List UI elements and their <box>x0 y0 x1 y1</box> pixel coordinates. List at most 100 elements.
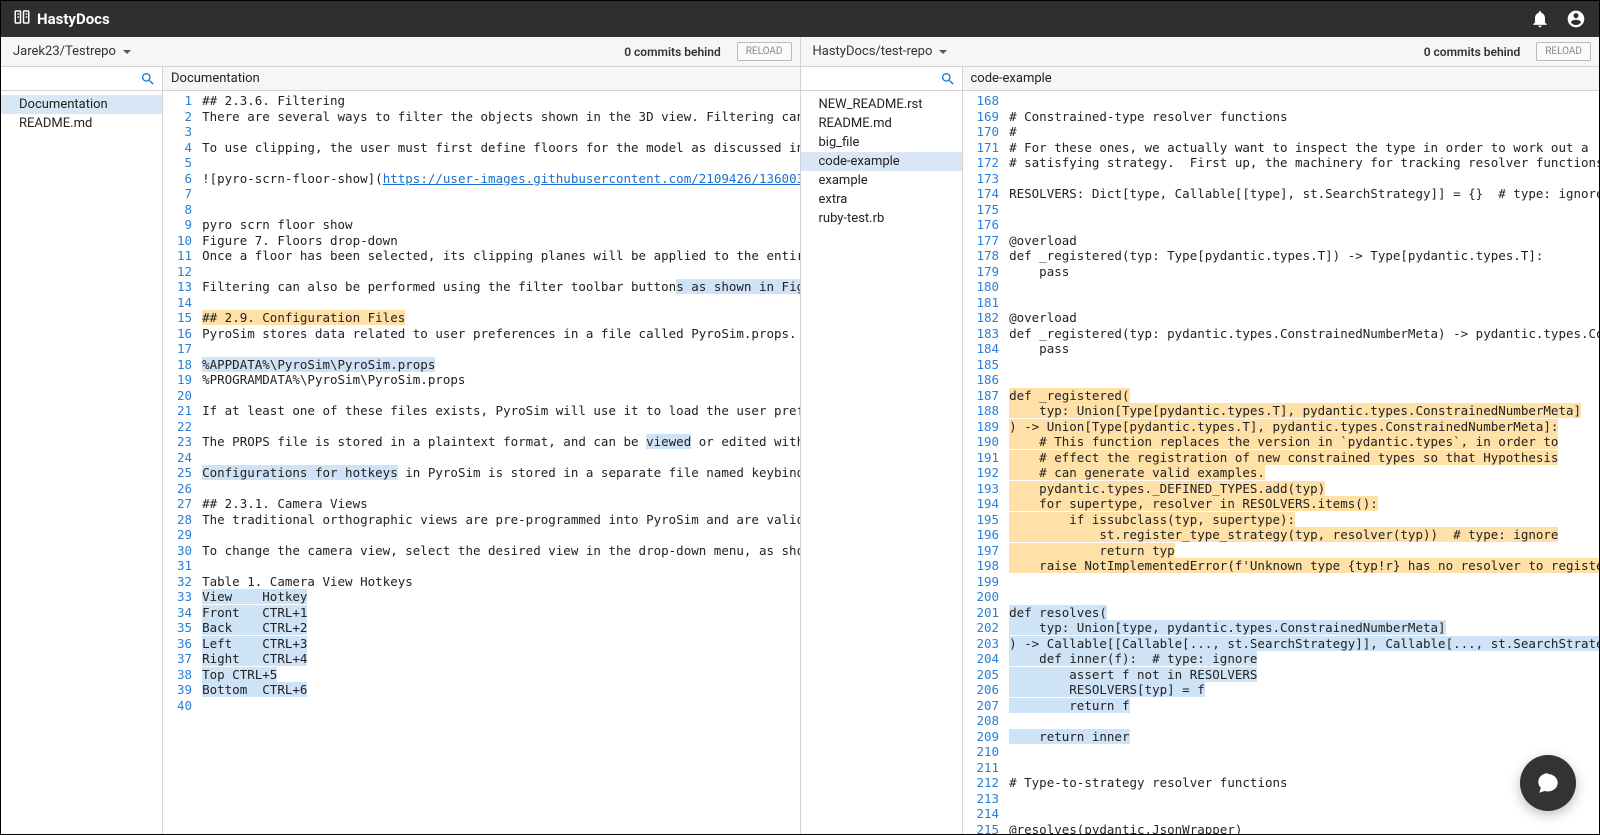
code-line[interactable]: pyro scrn floor show <box>202 217 799 233</box>
code-line[interactable]: Bottom CTRL+6 <box>202 682 799 698</box>
code-line[interactable]: # Type-to-strategy resolver functions <box>1009 775 1599 791</box>
code-line[interactable]: if issubclass(typ, supertype): <box>1009 512 1599 528</box>
repo-dropdown-left[interactable]: Jarek23/Testrepo <box>9 42 136 61</box>
account-icon[interactable] <box>1565 8 1587 30</box>
code-line[interactable]: Table 1. Camera View Hotkeys <box>202 574 799 590</box>
code-line[interactable] <box>1009 791 1599 807</box>
code-line[interactable]: To use clipping, the user must first def… <box>202 140 799 156</box>
code-line[interactable]: # effect the registration of new constra… <box>1009 450 1599 466</box>
code-line[interactable]: raise NotImplementedError(f'Unknown type… <box>1009 558 1599 574</box>
editor-right[interactable]: 1681691701711721731741751761771781791801… <box>963 91 1600 834</box>
code-line[interactable]: To change the camera view, select the de… <box>202 543 799 559</box>
code-line[interactable]: @overload <box>1009 233 1599 249</box>
code-line[interactable]: def resolves( <box>1009 605 1599 621</box>
code-line[interactable]: Once a floor has been selected, its clip… <box>202 248 799 264</box>
code-line[interactable]: ) -> Union[Type[pydantic.types.T], pydan… <box>1009 419 1599 435</box>
code-line[interactable] <box>1009 372 1599 388</box>
code-line[interactable]: Filtering can also be performed using th… <box>202 279 799 295</box>
code-line[interactable] <box>1009 279 1599 295</box>
code-line[interactable]: RESOLVERS: Dict[type, Callable[[type], s… <box>1009 186 1599 202</box>
code-line[interactable] <box>202 419 799 435</box>
code-line[interactable] <box>202 264 799 280</box>
code-line[interactable]: # can generate valid examples. <box>1009 465 1599 481</box>
code-line[interactable]: Configurations for hotkeys in PyroSim is… <box>202 465 799 481</box>
code-right[interactable]: # Constrained-type resolver functions## … <box>1009 91 1599 834</box>
tree-item[interactable]: code-example <box>801 152 962 171</box>
editor-left[interactable]: 1234567891011121314151617181920212223242… <box>163 91 800 834</box>
tree-item[interactable]: big_file <box>801 133 962 152</box>
search-icon[interactable] <box>140 71 156 87</box>
code-line[interactable]: Figure 7. Floors drop-down <box>202 233 799 249</box>
tree-item[interactable]: ruby-test.rb <box>801 209 962 228</box>
code-line[interactable] <box>1009 713 1599 729</box>
repo-dropdown-right[interactable]: HastyDocs/test-repo <box>809 42 953 61</box>
code-line[interactable]: The traditional orthographic views are p… <box>202 512 799 528</box>
code-line[interactable] <box>1009 295 1599 311</box>
code-line[interactable]: Top CTRL+5 <box>202 667 799 683</box>
code-line[interactable]: # For these ones, we actually want to in… <box>1009 140 1599 156</box>
code-line[interactable]: Right CTRL+4 <box>202 651 799 667</box>
code-line[interactable] <box>202 295 799 311</box>
code-line[interactable]: # Constrained-type resolver functions <box>1009 109 1599 125</box>
code-line[interactable]: ![pyro-scrn-floor-show](https://user-ima… <box>202 171 799 187</box>
code-line[interactable] <box>202 388 799 404</box>
reload-button-left[interactable]: RELOAD <box>737 42 792 61</box>
tree-item[interactable]: Documentation <box>1 95 162 114</box>
code-line[interactable]: View Hotkey <box>202 589 799 605</box>
code-line[interactable] <box>202 450 799 466</box>
code-line[interactable]: %APPDATA%\PyroSim\PyroSim.props <box>202 357 799 373</box>
chat-fab[interactable] <box>1520 755 1576 811</box>
code-line[interactable] <box>1009 760 1599 776</box>
code-line[interactable]: return f <box>1009 698 1599 714</box>
code-line[interactable] <box>202 481 799 497</box>
code-line[interactable]: ## 2.9. Configuration Files <box>202 310 799 326</box>
code-line[interactable]: return typ <box>1009 543 1599 559</box>
code-line[interactable]: def _registered(typ: Type[pydantic.types… <box>1009 248 1599 264</box>
code-line[interactable]: typ: Union[Type[pydantic.types.T], pydan… <box>1009 403 1599 419</box>
code-line[interactable] <box>1009 93 1599 109</box>
code-line[interactable]: def inner(f): # type: ignore <box>1009 651 1599 667</box>
tree-item[interactable]: NEW_README.rst <box>801 95 962 114</box>
code-line[interactable] <box>1009 202 1599 218</box>
code-line[interactable]: pass <box>1009 341 1599 357</box>
code-line[interactable] <box>1009 171 1599 187</box>
code-line[interactable]: @resolves(pydantic.JsonWrapper) <box>1009 822 1599 835</box>
notifications-icon[interactable] <box>1529 8 1551 30</box>
code-line[interactable]: There are several ways to filter the obj… <box>202 109 799 125</box>
code-line[interactable] <box>202 698 799 714</box>
code-line[interactable]: typ: Union[type, pydantic.types.Constrai… <box>1009 620 1599 636</box>
code-line[interactable] <box>202 527 799 543</box>
code-line[interactable]: def _registered( <box>1009 388 1599 404</box>
code-line[interactable]: pydantic.types._DEFINED_TYPES.add(typ) <box>1009 481 1599 497</box>
code-line[interactable]: Left CTRL+3 <box>202 636 799 652</box>
search-icon[interactable] <box>940 71 956 87</box>
code-line[interactable]: assert f not in RESOLVERS <box>1009 667 1599 683</box>
code-line[interactable]: %PROGRAMDATA%\PyroSim\PyroSim.props <box>202 372 799 388</box>
code-line[interactable]: Front CTRL+1 <box>202 605 799 621</box>
tree-item[interactable]: extra <box>801 190 962 209</box>
code-line[interactable]: for supertype, resolver in RESOLVERS.ite… <box>1009 496 1599 512</box>
tree-item[interactable]: example <box>801 171 962 190</box>
code-line[interactable] <box>1009 806 1599 822</box>
code-line[interactable]: ) -> Callable[[Callable[..., st.SearchSt… <box>1009 636 1599 652</box>
code-line[interactable]: # <box>1009 124 1599 140</box>
code-line[interactable]: Back CTRL+2 <box>202 620 799 636</box>
code-line[interactable]: ## 2.3.6. Filtering <box>202 93 799 109</box>
code-line[interactable] <box>1009 744 1599 760</box>
code-line[interactable]: PyroSim stores data related to user pref… <box>202 326 799 342</box>
code-line[interactable]: RESOLVERS[typ] = f <box>1009 682 1599 698</box>
code-line[interactable] <box>202 155 799 171</box>
code-line[interactable] <box>1009 574 1599 590</box>
code-line[interactable]: return inner <box>1009 729 1599 745</box>
code-line[interactable]: st.register_type_strategy(typ, resolver(… <box>1009 527 1599 543</box>
code-line[interactable] <box>202 558 799 574</box>
code-line[interactable] <box>1009 589 1599 605</box>
code-line[interactable]: # satisfying strategy. First up, the mac… <box>1009 155 1599 171</box>
code-line[interactable]: def _registered(typ: pydantic.types.Cons… <box>1009 326 1599 342</box>
code-line[interactable] <box>202 186 799 202</box>
code-line[interactable]: ## 2.3.1. Camera Views <box>202 496 799 512</box>
code-left[interactable]: ## 2.3.6. FilteringThere are several way… <box>202 91 799 834</box>
code-line[interactable]: # This function replaces the version in … <box>1009 434 1599 450</box>
code-line[interactable] <box>202 124 799 140</box>
code-line[interactable]: @overload <box>1009 310 1599 326</box>
